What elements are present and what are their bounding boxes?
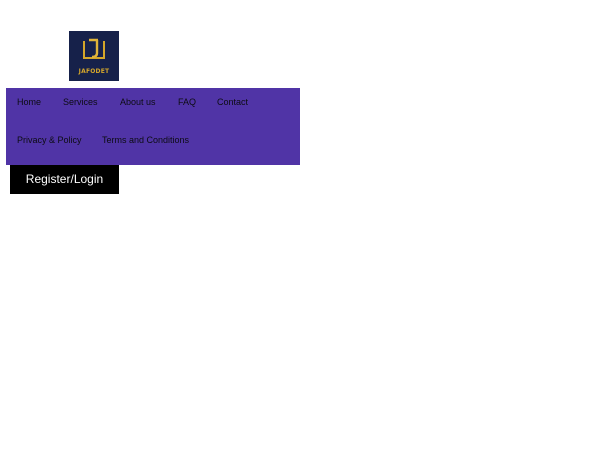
logo-text: JAFODET (78, 68, 110, 75)
logo-mark-icon (83, 38, 105, 59)
nav-item-home[interactable]: Home (17, 97, 41, 108)
nav-item-services[interactable]: Services (63, 97, 98, 108)
page: JAFODET Home Services About us FAQ Conta… (0, 0, 600, 450)
main-navigation: Home Services About us FAQ Contact Priva… (6, 88, 300, 165)
nav-item-contact[interactable]: Contact (217, 97, 248, 108)
register-login-button[interactable]: Register/Login (10, 165, 119, 194)
nav-item-privacy-policy[interactable]: Privacy & Policy (17, 135, 82, 146)
nav-item-about-us[interactable]: About us (120, 97, 156, 108)
nav-item-faq[interactable]: FAQ (178, 97, 196, 108)
site-logo[interactable]: JAFODET (69, 31, 119, 81)
nav-item-terms-and-conditions[interactable]: Terms and Conditions (102, 135, 189, 146)
